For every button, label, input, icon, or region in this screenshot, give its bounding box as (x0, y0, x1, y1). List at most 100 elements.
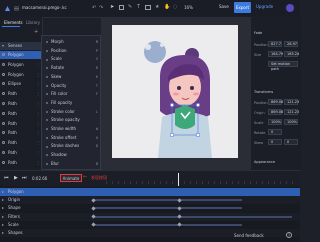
menu-item[interactable]: Opacity T (42, 82, 101, 90)
select-tool-icon[interactable]: ➤ (110, 4, 114, 10)
eye-icon[interactable] (2, 151, 5, 154)
help-icon[interactable]: ? (286, 232, 292, 238)
layer-item[interactable]: Polygon ⋮ (0, 51, 42, 60)
more-icon[interactable]: ⋮ (36, 129, 40, 137)
timeline-row[interactable]: ▸ Origin (0, 196, 300, 205)
keyframe-icon[interactable] (91, 206, 96, 211)
more-icon[interactable]: ⋮ (36, 120, 40, 128)
undo-icon[interactable]: ↶ (92, 5, 96, 11)
shape-tool-icon[interactable]: ★ (155, 4, 159, 10)
rotate-field[interactable]: 0 (268, 129, 282, 135)
eye-icon[interactable] (2, 102, 5, 105)
layer-item[interactable]: Path ⋮ (0, 120, 42, 128)
track-bar[interactable] (92, 207, 242, 210)
keyframe-icon[interactable] (91, 222, 96, 227)
position-x-field[interactable]: 827.7 (268, 41, 282, 47)
group-senses[interactable]: ▾ Senses (0, 42, 42, 51)
eye-icon[interactable] (2, 62, 5, 66)
export-button[interactable]: Export (234, 2, 251, 13)
scale-y-field[interactable]: 100% (284, 119, 298, 125)
scale-x-field[interactable]: 100% (268, 119, 282, 125)
skip-back-icon[interactable]: ⏮ (4, 175, 9, 181)
menu-item[interactable]: Rotate R (42, 64, 101, 72)
layer-item[interactable]: Path ⋮ (0, 90, 42, 98)
timeline-row[interactable]: ▸ Shape (0, 204, 300, 213)
menu-item[interactable]: Fill opacity (42, 99, 101, 107)
eye-icon[interactable] (2, 53, 5, 56)
zoom-level[interactable]: 16% (184, 5, 193, 10)
send-feedback-button[interactable]: Send feedback (234, 233, 264, 238)
skew-y-field[interactable]: 0 (284, 139, 298, 145)
eye-icon[interactable] (2, 131, 5, 135)
more-icon[interactable]: ⋮ (36, 100, 40, 108)
menu-item[interactable]: Scale S (42, 55, 101, 63)
keyframe-icon[interactable] (91, 214, 96, 219)
origin-y-field[interactable]: 121.23 (284, 109, 299, 115)
menu-item[interactable]: Stroke opacity (42, 116, 101, 124)
menu-item[interactable]: Skew K (42, 73, 101, 81)
layer-item[interactable]: Path ⋮ (0, 139, 42, 147)
expand-icon[interactable]: ▸ (2, 213, 4, 221)
avatar[interactable] (286, 4, 294, 12)
pen-tool-icon[interactable]: ✎ (128, 4, 132, 10)
motion-path-button[interactable]: Set motion path (268, 61, 298, 71)
more-icon[interactable]: ⋮ (36, 61, 40, 69)
more-icon[interactable]: ⋮ (36, 51, 40, 59)
image-tool-icon[interactable] (145, 5, 151, 10)
file-name[interactable]: macsamerai.pmgo-.kc (22, 5, 67, 10)
upgrade-button[interactable]: Upgrade (256, 4, 273, 9)
size-h-field[interactable]: 165.24 (284, 51, 299, 57)
layer-item[interactable]: Path ⋮ (0, 129, 42, 137)
animate-button[interactable]: Animate (60, 174, 82, 182)
keyframe-icon[interactable] (177, 222, 182, 227)
add-layer-icon[interactable]: + (34, 29, 38, 35)
layer-item[interactable]: Path ⋮ (0, 149, 42, 157)
more-icon[interactable]: ⋮ (36, 149, 40, 157)
menu-item[interactable]: Morph M (42, 38, 101, 46)
t-position-y-field[interactable]: 121.23 (284, 99, 299, 105)
menu-icon[interactable] (14, 6, 19, 11)
expand-icon[interactable]: ▸ (2, 188, 4, 196)
track-bar[interactable] (92, 223, 242, 226)
menu-item[interactable]: Stroke dashes D (42, 142, 101, 150)
menu-item[interactable]: Stroke color L (42, 108, 101, 116)
app-logo-icon[interactable] (4, 5, 11, 12)
timeline-row[interactable]: ▸ Scale (0, 220, 300, 229)
more-icon[interactable]: ⋮ (36, 159, 40, 167)
menu-item[interactable]: Stroke offset O (42, 134, 101, 142)
skip-forward-icon[interactable]: ⏭ (22, 175, 27, 181)
eye-icon[interactable] (2, 111, 5, 115)
redo-icon[interactable]: ↷ (99, 5, 103, 11)
more-icon[interactable]: ⋮ (36, 110, 40, 118)
menu-item[interactable]: Position P (42, 47, 101, 55)
keyframe-icon[interactable] (177, 214, 182, 219)
track-bar[interactable] (92, 215, 292, 218)
rectangle-tool-icon[interactable] (119, 5, 124, 10)
more-icon[interactable]: ⋮ (36, 90, 40, 98)
current-time[interactable]: 0:02.66 (32, 176, 47, 181)
tab-library[interactable]: Library (24, 20, 42, 26)
save-button[interactable]: Save (219, 4, 229, 9)
layer-item[interactable]: Path ⋮ (0, 110, 42, 118)
skew-x-field[interactable]: 0 (268, 139, 282, 145)
eye-icon[interactable] (2, 92, 5, 96)
more-icon[interactable]: ⋮ (36, 139, 40, 147)
layer-item[interactable]: Polygon ⋮ (0, 61, 42, 69)
more-icon[interactable]: ⋮ (36, 80, 40, 88)
timeline-row[interactable]: ▸ Polygon (0, 188, 300, 197)
eye-icon[interactable] (2, 141, 5, 145)
track-bar[interactable] (92, 199, 242, 202)
menu-item[interactable]: Blur B (42, 160, 101, 168)
layer-item[interactable]: Path ⋮ (0, 100, 42, 108)
expand-icon[interactable]: ▸ (2, 204, 4, 212)
eye-icon[interactable] (2, 82, 5, 86)
play-icon[interactable]: ▶ (14, 175, 18, 181)
comment-tool-icon[interactable]: ◌ (173, 4, 177, 10)
expand-icon[interactable]: ▸ (2, 229, 4, 237)
text-tool-icon[interactable]: T (137, 4, 140, 10)
layer-item[interactable]: Polygon ⋮ (0, 71, 42, 79)
position-y-field[interactable]: 28.97 (284, 41, 298, 47)
artboard[interactable] (112, 25, 238, 158)
t-position-x-field[interactable]: 869.08 (268, 99, 283, 105)
expand-icon[interactable]: ▸ (2, 221, 4, 229)
